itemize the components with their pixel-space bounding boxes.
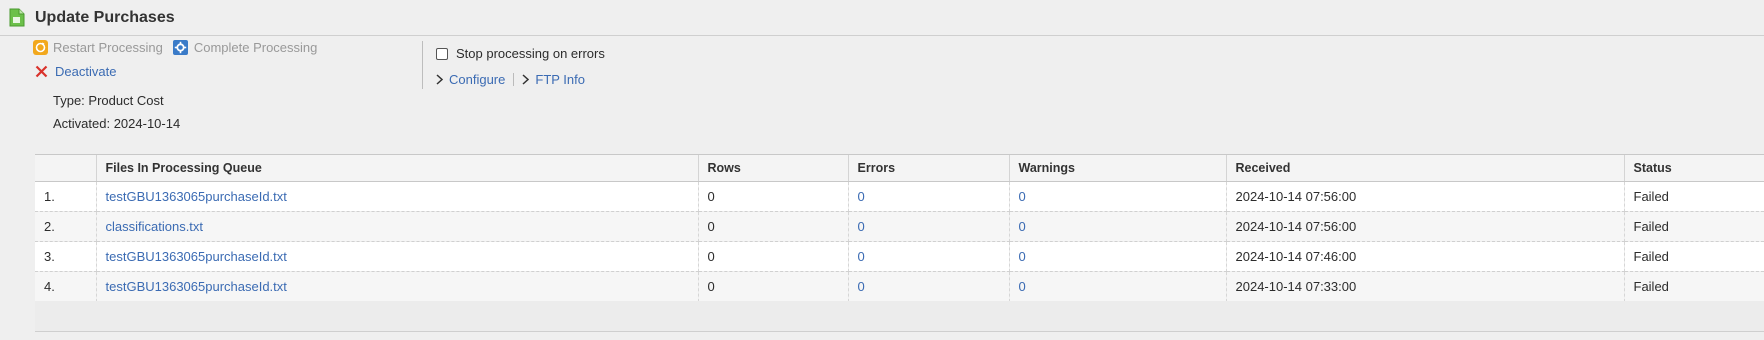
warnings-link[interactable]: 0 (1009, 181, 1227, 212)
status-cell: Failed (1624, 211, 1764, 242)
complete-processing-button[interactable]: Complete Processing (172, 40, 318, 55)
stop-on-errors-checkbox[interactable] (436, 47, 448, 60)
warnings-link[interactable]: 0 (1009, 211, 1227, 242)
document-icon (9, 8, 25, 27)
received-time: 2024-10-14 07:33:00 (1226, 271, 1625, 302)
deactivate-button[interactable]: Deactivate (35, 64, 116, 79)
received-time: 2024-10-14 07:56:00 (1226, 211, 1625, 242)
col-header-received[interactable]: Received (1226, 155, 1625, 182)
errors-link[interactable]: 0 (848, 241, 1010, 272)
table-footer (35, 301, 1764, 332)
restart-processing-button[interactable]: Restart Processing (33, 40, 163, 55)
rows-count: 0 (698, 211, 849, 242)
row-number: 4. (35, 271, 97, 302)
file-link[interactable]: testGBU1363065purchaseId.txt (96, 271, 699, 302)
col-header-rows[interactable]: Rows (698, 155, 849, 182)
rows-count: 0 (698, 181, 849, 212)
link-separator (513, 73, 515, 86)
row-number: 2. (35, 211, 97, 242)
complete-processing-label: Complete Processing (193, 40, 318, 55)
deactivate-label: Deactivate (55, 64, 117, 79)
table-row: 2. classifications.txt 0 0 0 2024-10-14 … (35, 211, 1764, 242)
ftp-info-label: FTP Info (535, 72, 585, 87)
chevron-right-icon (522, 74, 530, 85)
divider (422, 41, 423, 89)
configure-link[interactable]: Configure (436, 72, 505, 87)
file-link[interactable]: testGBU1363065purchaseId.txt (96, 181, 699, 212)
errors-link[interactable]: 0 (848, 211, 1010, 242)
col-header-status[interactable]: Status (1624, 155, 1764, 182)
status-cell: Failed (1624, 241, 1764, 272)
status-cell: Failed (1624, 271, 1764, 302)
received-time: 2024-10-14 07:56:00 (1226, 181, 1625, 212)
warnings-link[interactable]: 0 (1009, 271, 1227, 302)
restart-icon (33, 40, 48, 55)
row-number: 1. (35, 181, 97, 212)
table-header-row: Files In Processing Queue Rows Errors Wa… (35, 155, 1764, 182)
file-link[interactable]: classifications.txt (96, 211, 699, 242)
col-header-errors[interactable]: Errors (848, 155, 1010, 182)
chevron-right-icon (436, 74, 443, 85)
page-header: Update Purchases (0, 0, 1764, 36)
received-time: 2024-10-14 07:46:00 (1226, 241, 1625, 272)
col-header-warnings[interactable]: Warnings (1009, 155, 1227, 182)
page-title: Update Purchases (35, 9, 175, 26)
file-link[interactable]: testGBU1363065purchaseId.txt (96, 241, 699, 272)
type-info: Type: Product Cost (53, 93, 164, 108)
warnings-link[interactable]: 0 (1009, 241, 1227, 272)
status-cell: Failed (1624, 181, 1764, 212)
errors-link[interactable]: 0 (848, 181, 1010, 212)
rows-count: 0 (698, 241, 849, 272)
close-icon (35, 65, 48, 78)
rows-count: 0 (698, 271, 849, 302)
processing-queue-table: Files In Processing Queue Rows Errors Wa… (35, 154, 1764, 302)
gear-icon (172, 40, 188, 55)
table-row: 1. testGBU1363065purchaseId.txt 0 0 0 20… (35, 181, 1764, 212)
stop-on-errors-label: Stop processing on errors (456, 46, 605, 61)
configure-label: Configure (449, 72, 506, 87)
col-header-file[interactable]: Files In Processing Queue (96, 155, 699, 182)
ftp-info-link[interactable]: FTP Info (522, 72, 585, 87)
errors-link[interactable]: 0 (848, 271, 1010, 302)
col-header-number (35, 155, 97, 182)
table-row: 3. testGBU1363065purchaseId.txt 0 0 0 20… (35, 241, 1764, 272)
row-number: 3. (35, 241, 97, 272)
activated-info: Activated: 2024-10-14 (53, 116, 181, 131)
table-row: 4. testGBU1363065purchaseId.txt 0 0 0 20… (35, 271, 1764, 302)
restart-processing-label: Restart Processing (53, 40, 163, 55)
stop-on-errors-option[interactable]: Stop processing on errors (436, 46, 605, 61)
